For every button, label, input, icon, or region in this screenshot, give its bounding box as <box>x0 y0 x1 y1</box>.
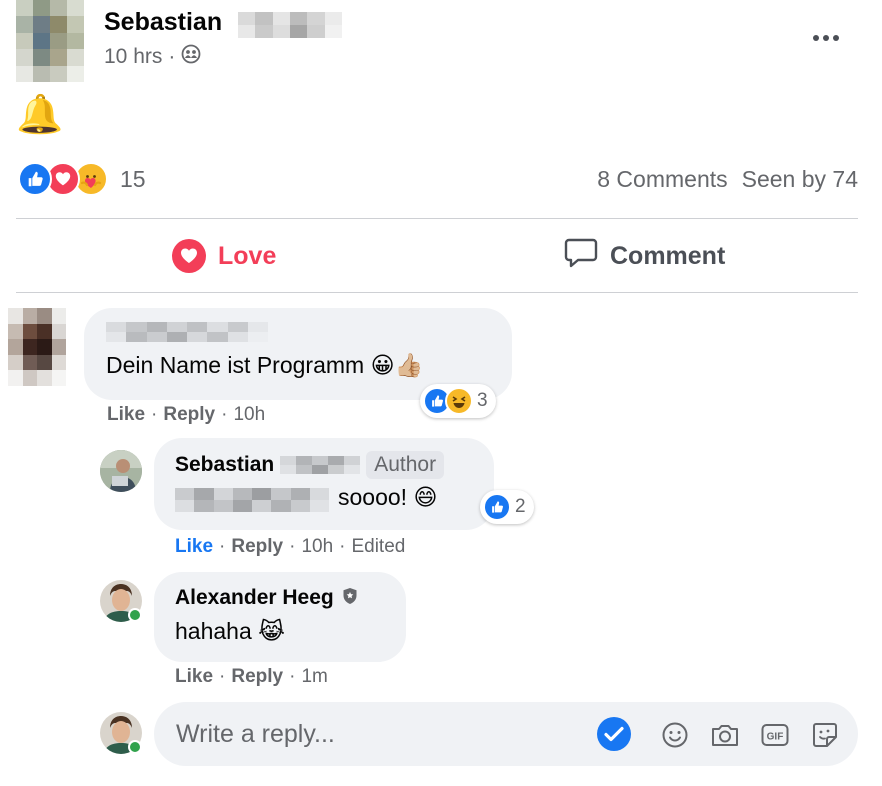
like-link[interactable]: Like <box>175 666 213 688</box>
like-link[interactable]: Like <box>107 404 145 426</box>
post-stats: 8 Comments Seen by 74 <box>597 166 858 193</box>
reply-actions: Like · Reply · 10h · Edited <box>175 536 406 558</box>
admin-shield-icon <box>342 587 358 610</box>
redacted-commenter-name <box>106 322 268 342</box>
reply-link[interactable]: Reply <box>231 536 283 558</box>
check-icon[interactable] <box>596 716 632 752</box>
reaction-count[interactable]: 15 <box>120 166 146 193</box>
reply-time[interactable]: 1m <box>301 666 327 688</box>
commenter-avatar[interactable] <box>8 308 66 386</box>
author-first-name[interactable]: Sebastian <box>104 8 222 36</box>
reply-text: hahaha 😹 <box>175 618 286 644</box>
love-button-label: Love <box>218 241 277 270</box>
meta-separator: · <box>168 45 176 68</box>
comment-button[interactable]: Comment <box>564 234 725 278</box>
redacted-surname <box>238 12 342 38</box>
like-icon <box>18 162 52 196</box>
post-reactions[interactable]: 15 <box>18 162 146 196</box>
love-reaction-icon <box>172 239 206 273</box>
divider-bottom <box>16 292 858 293</box>
reply-author-row: Alexander Heeg <box>175 586 358 610</box>
online-status-dot <box>128 608 142 622</box>
comment-reaction-count: 3 <box>477 390 488 411</box>
comment-time[interactable]: 10h <box>233 404 265 426</box>
more-options-icon[interactable] <box>806 24 846 52</box>
group-privacy-icon <box>181 44 201 70</box>
reply-author-name[interactable]: Sebastian <box>175 453 274 477</box>
camera-icon[interactable] <box>710 720 740 750</box>
reply-time[interactable]: 10h <box>301 536 333 558</box>
emoji-icon[interactable] <box>660 720 690 750</box>
post-time[interactable]: 10 hrs <box>104 45 162 69</box>
reply-composer: GIF <box>154 702 858 766</box>
comments-count-link[interactable]: 8 Comments <box>597 166 727 193</box>
reply-link[interactable]: Reply <box>231 666 283 688</box>
comment-button-label: Comment <box>610 241 726 270</box>
comment-actions: Like · Reply · 10h <box>107 404 266 426</box>
reply-reaction-count: 2 <box>515 496 526 517</box>
reply-author-name[interactable]: Alexander Heeg <box>175 586 334 610</box>
post-content-bell: 🔔 <box>16 94 64 136</box>
seen-by-link[interactable]: Seen by 74 <box>742 166 858 193</box>
post-author-avatar[interactable] <box>16 0 84 82</box>
reply-actions: Like · Reply · 1m <box>175 666 328 688</box>
redacted-surname <box>280 456 361 474</box>
post-author-name[interactable]: Sebastian <box>104 8 222 37</box>
comment-reactions[interactable]: 3 <box>420 384 496 418</box>
edited-label[interactable]: Edited <box>351 536 405 558</box>
reply-input[interactable] <box>176 719 576 749</box>
like-icon <box>483 493 511 521</box>
like-link-active[interactable]: Like <box>175 536 213 558</box>
online-status-dot <box>128 740 142 754</box>
reply-reactions[interactable]: 2 <box>480 490 534 524</box>
reply-link[interactable]: Reply <box>163 404 215 426</box>
comment-text: Dein Name ist Programm 😀👍🏼 <box>106 352 424 378</box>
comment-bubble-icon <box>564 237 598 276</box>
reply-author-row: Sebastian Author <box>175 451 445 479</box>
post-meta: 10 hrs · <box>104 44 201 70</box>
reply-text: soooo! 😄 <box>338 484 438 510</box>
haha-icon <box>445 387 473 415</box>
gif-icon[interactable]: GIF <box>760 720 790 750</box>
author-badge: Author <box>366 451 445 479</box>
divider-top <box>16 218 858 219</box>
sticker-icon[interactable] <box>810 720 840 750</box>
love-button[interactable]: Love <box>172 234 276 278</box>
svg-text:GIF: GIF <box>767 732 784 743</box>
author-avatar[interactable] <box>100 450 142 492</box>
redacted-reply-text <box>175 488 329 512</box>
